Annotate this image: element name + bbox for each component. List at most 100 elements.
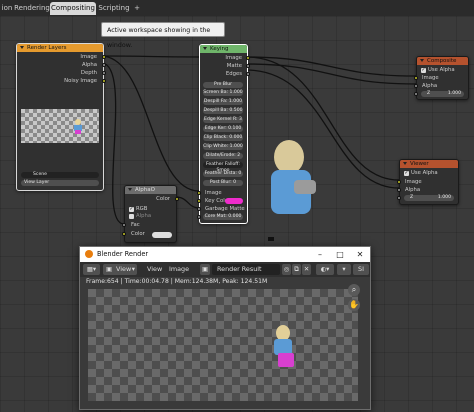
- link-alpha-to-mix: [100, 62, 125, 225]
- composite-header[interactable]: Composite: [417, 57, 468, 65]
- screen-balance-field[interactable]: Screen Ba: 1.000: [203, 90, 243, 96]
- alpha-over-node[interactable]: AlphaO Color ✓ RGB Alpha Fac Color: [122, 185, 179, 243]
- zoom-icon[interactable]: ⌕: [348, 284, 360, 296]
- close-button[interactable]: ✕: [350, 248, 370, 261]
- color-swatch[interactable]: [152, 232, 172, 238]
- render-layers-header[interactable]: Render Layers: [17, 44, 103, 52]
- composite-alpha-input-socket[interactable]: [414, 84, 418, 88]
- noisy-image-output-socket[interactable]: [102, 79, 106, 83]
- viewer-alpha-input-socket[interactable]: [397, 188, 401, 192]
- composite-alpha-label: Alpha: [422, 83, 438, 89]
- clip-black-field[interactable]: Clip Black: 0.000: [203, 135, 243, 141]
- post-blur-field[interactable]: Post Blur: 0: [203, 180, 243, 186]
- color-input-label: Color: [131, 231, 145, 237]
- node-title: Viewer: [410, 161, 429, 167]
- link-keying-to-composite: [245, 56, 417, 77]
- image-editor-header: ▦▾ ▣ View ▾ View Image ▣ Render Result ◎…: [80, 262, 370, 277]
- viewer-z-input-socket[interactable]: [397, 196, 401, 200]
- editor-type-button[interactable]: ▦▾: [83, 264, 100, 275]
- z-label: Z: [410, 195, 414, 200]
- keying-header[interactable]: Keying: [200, 45, 247, 53]
- color-input-socket[interactable]: [122, 232, 126, 236]
- backdrop-arm: [294, 180, 316, 194]
- output-image-label: Image: [80, 54, 97, 60]
- render-window-titlebar[interactable]: Blender Render – □ ✕: [80, 247, 370, 262]
- view-mode-dropdown[interactable]: ▣ View ▾: [103, 264, 137, 275]
- keying-matte-output-socket[interactable]: [246, 64, 250, 68]
- workspace-tooltip: Active workspace showing in the window.: [101, 22, 225, 49]
- color-output-label: Color: [156, 196, 170, 202]
- composite-node[interactable]: Composite ✓ Use Alpha Image Alpha Z 1.00…: [414, 56, 469, 100]
- viewer-z-field[interactable]: Z 1.000: [404, 195, 454, 201]
- render-layers-node[interactable]: Render Layers Image Alpha Depth Noisy Im…: [16, 43, 106, 191]
- render-slot-dropdown[interactable]: ▾: [337, 264, 351, 275]
- viewer-use-alpha-checkbox[interactable]: ✓: [404, 171, 409, 176]
- keying-edges-output-socket[interactable]: [246, 72, 250, 76]
- rgb-label: RGB: [136, 206, 148, 212]
- scene-selector[interactable]: Scene: [21, 172, 99, 178]
- key-color-input-socket[interactable]: [197, 199, 201, 203]
- composite-image-label: Image: [422, 75, 439, 81]
- view-layer-selector[interactable]: View Layer: [21, 180, 99, 186]
- render-window[interactable]: Blender Render – □ ✕ ▦▾ ▣ View ▾ View Im…: [79, 246, 371, 410]
- image-name-field[interactable]: Render Result: [212, 264, 280, 275]
- garbage-matte-input-socket[interactable]: [197, 207, 201, 211]
- clip-white-field[interactable]: Clip White: 1.000: [203, 144, 243, 150]
- viewer-header[interactable]: Viewer: [400, 160, 458, 168]
- core-matte-input-socket[interactable]: [197, 215, 201, 219]
- core-matte-field[interactable]: Core Mat: 0.000: [203, 214, 243, 220]
- despill-factor-field[interactable]: Despill Fa: 1.000: [203, 99, 243, 105]
- node-title: Composite: [427, 58, 457, 64]
- render-window-title: Blender Render: [97, 250, 149, 258]
- fake-user-icon[interactable]: ◎: [282, 264, 291, 275]
- collapse-icon[interactable]: [420, 59, 424, 62]
- display-channels-dropdown[interactable]: ◐▾: [316, 264, 334, 275]
- render-slot-label[interactable]: SI: [353, 264, 369, 275]
- composite-z-input-socket[interactable]: [414, 92, 418, 96]
- view-mode-label: View: [116, 265, 132, 273]
- pre-blur-field[interactable]: Pre Blur: [203, 82, 243, 88]
- composite-image-input-socket[interactable]: [414, 76, 418, 80]
- edge-kernel-tolerance-field[interactable]: Edge Ker: 0.100: [203, 126, 243, 132]
- collapse-icon[interactable]: [203, 47, 207, 50]
- backdrop-head: [274, 140, 304, 174]
- edge-kernel-radius-field[interactable]: Edge Kernel R: 3: [203, 117, 243, 123]
- keying-image-output-socket[interactable]: [246, 56, 250, 60]
- collapse-icon[interactable]: [128, 188, 132, 191]
- duplicate-icon[interactable]: ⧉: [292, 264, 301, 275]
- unlink-icon[interactable]: ✕: [302, 264, 311, 275]
- alpha-output-socket[interactable]: [102, 63, 106, 67]
- image-output-socket[interactable]: [102, 55, 106, 59]
- alpha-over-header[interactable]: AlphaO: [125, 186, 176, 194]
- minimize-button[interactable]: –: [310, 248, 330, 261]
- render-preview: [21, 109, 99, 143]
- color-output-socket[interactable]: [175, 197, 179, 201]
- keying-node[interactable]: Keying Image Matte Edges Pre Blur Screen…: [197, 44, 250, 224]
- keying-image-input-socket[interactable]: [197, 191, 201, 195]
- viewer-node[interactable]: Viewer ✓ Use Alpha Image Alpha Z 1.000: [397, 159, 459, 205]
- link-mix-to-keying: [175, 196, 200, 209]
- image-browse-icon[interactable]: ▣: [200, 264, 210, 275]
- menu-view[interactable]: View: [147, 264, 162, 275]
- z-label: Z: [427, 91, 431, 96]
- collapse-icon[interactable]: [403, 162, 407, 165]
- rgb-checkbox[interactable]: ✓: [129, 207, 134, 212]
- depth-output-socket[interactable]: [102, 71, 106, 75]
- alpha-checkbox[interactable]: [129, 214, 134, 219]
- maximize-button[interactable]: □: [330, 248, 350, 261]
- render-viewport[interactable]: Frame:654 | Time:00:04.78 | Mem:124.38M,…: [80, 277, 370, 409]
- fac-input-socket[interactable]: [122, 223, 126, 227]
- collapse-icon[interactable]: [20, 46, 24, 49]
- z-value: 1.000: [447, 91, 461, 96]
- pan-hand-icon[interactable]: ✋: [348, 299, 360, 311]
- key-color-swatch[interactable]: [225, 198, 243, 204]
- feather-falloff-dropdown[interactable]: Feather Falloff: Smoo: [203, 162, 243, 173]
- viewer-image-input-socket[interactable]: [397, 180, 401, 184]
- menu-image[interactable]: Image: [169, 264, 189, 275]
- composite-use-alpha-checkbox[interactable]: ✓: [421, 68, 426, 73]
- despill-balance-field[interactable]: Despill Ba: 0.500: [203, 108, 243, 114]
- feather-distance-field[interactable]: Feather Dista: 0: [203, 171, 243, 177]
- garbage-matte-label: Garbage Matte: [205, 206, 245, 212]
- dilate-erode-field[interactable]: Dilate/Erode: 2: [203, 153, 243, 159]
- composite-z-field[interactable]: Z 1.000: [421, 91, 464, 97]
